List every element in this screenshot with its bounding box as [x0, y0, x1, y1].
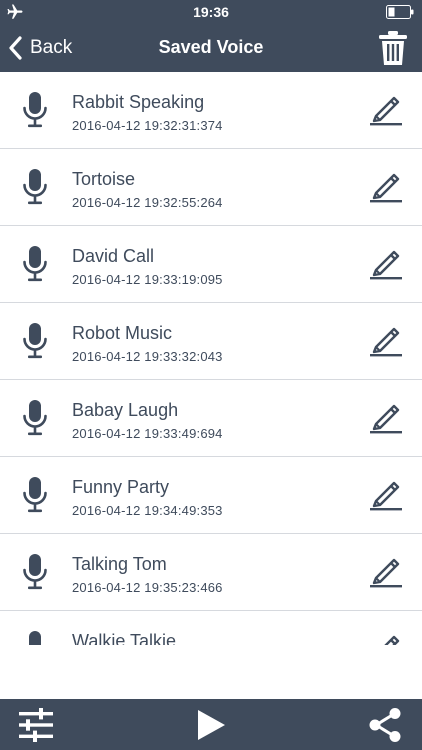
- recording-name: Funny Party: [72, 477, 170, 497]
- microphone-icon: [23, 400, 47, 436]
- trash-icon[interactable]: [378, 30, 408, 66]
- recording-list[interactable]: Rabbit Speaking 2016-04-12 19:32:31:374 To…: [0, 72, 422, 645]
- recording-date: 2016-04-12 19:32:31:374: [72, 118, 223, 133]
- recording-name: Robot Music: [72, 323, 173, 343]
- list-item[interactable]: Walkie Talkie: [0, 611, 422, 645]
- play-icon[interactable]: [194, 708, 228, 742]
- list-item[interactable]: Babay Laugh 2016-04-12 19:33:49:694: [0, 380, 422, 457]
- edit-pencil-icon[interactable]: [368, 167, 402, 203]
- microphone-icon: [23, 554, 47, 590]
- microphone-icon: [23, 169, 47, 205]
- share-icon[interactable]: [368, 707, 402, 743]
- recording-name: David Call: [72, 246, 155, 266]
- edit-pencil-icon[interactable]: [368, 244, 402, 280]
- recording-date: 2016-04-12 19:34:49:353: [72, 503, 223, 518]
- recording-date: 2016-04-12 19:33:32:043: [72, 349, 223, 364]
- battery-icon: [386, 5, 414, 19]
- recording-name: Tortoise: [72, 169, 136, 189]
- sliders-icon[interactable]: [18, 707, 54, 743]
- bottom-toolbar: [0, 699, 422, 750]
- recording-date: 2016-04-12 19:33:49:694: [72, 426, 223, 441]
- edit-pencil-icon[interactable]: [368, 552, 402, 588]
- recording-date: 2016-04-12 19:32:55:264: [72, 195, 223, 210]
- edit-pencil-icon[interactable]: [368, 629, 402, 645]
- microphone-icon: [23, 477, 47, 513]
- list-item[interactable]: Tortoise 2016-04-12 19:32:55:264: [0, 149, 422, 226]
- recording-name: Walkie Talkie: [72, 631, 177, 645]
- recording-date: 2016-04-12 19:33:19:095: [72, 272, 223, 287]
- recording-name: Talking Tom: [72, 554, 167, 574]
- microphone-icon: [23, 92, 47, 128]
- recording-date: 2016-04-12 19:35:23:466: [72, 580, 223, 595]
- status-bar: 19:36: [0, 0, 422, 24]
- recording-name: Babay Laugh: [72, 400, 179, 420]
- edit-pencil-icon[interactable]: [368, 475, 402, 511]
- edit-pencil-icon[interactable]: [368, 90, 402, 126]
- edit-pencil-icon[interactable]: [368, 321, 402, 357]
- list-item[interactable]: Rabbit Speaking 2016-04-12 19:32:31:374: [0, 72, 422, 149]
- list-item[interactable]: Talking Tom 2016-04-12 19:35:23:466: [0, 534, 422, 611]
- edit-pencil-icon[interactable]: [368, 398, 402, 434]
- recording-name: Rabbit Speaking: [72, 92, 205, 112]
- microphone-icon: [23, 323, 47, 359]
- list-item[interactable]: David Call 2016-04-12 19:33:19:095: [0, 226, 422, 303]
- microphone-icon: [29, 631, 41, 645]
- microphone-icon: [23, 246, 47, 282]
- page-title: Saved Voice: [158, 37, 264, 57]
- nav-bar: Back Saved Voice: [0, 24, 422, 72]
- list-item[interactable]: Funny Party 2016-04-12 19:34:49:353: [0, 457, 422, 534]
- status-time: 19:36: [193, 4, 229, 20]
- list-item[interactable]: Robot Music 2016-04-12 19:33:32:043: [0, 303, 422, 380]
